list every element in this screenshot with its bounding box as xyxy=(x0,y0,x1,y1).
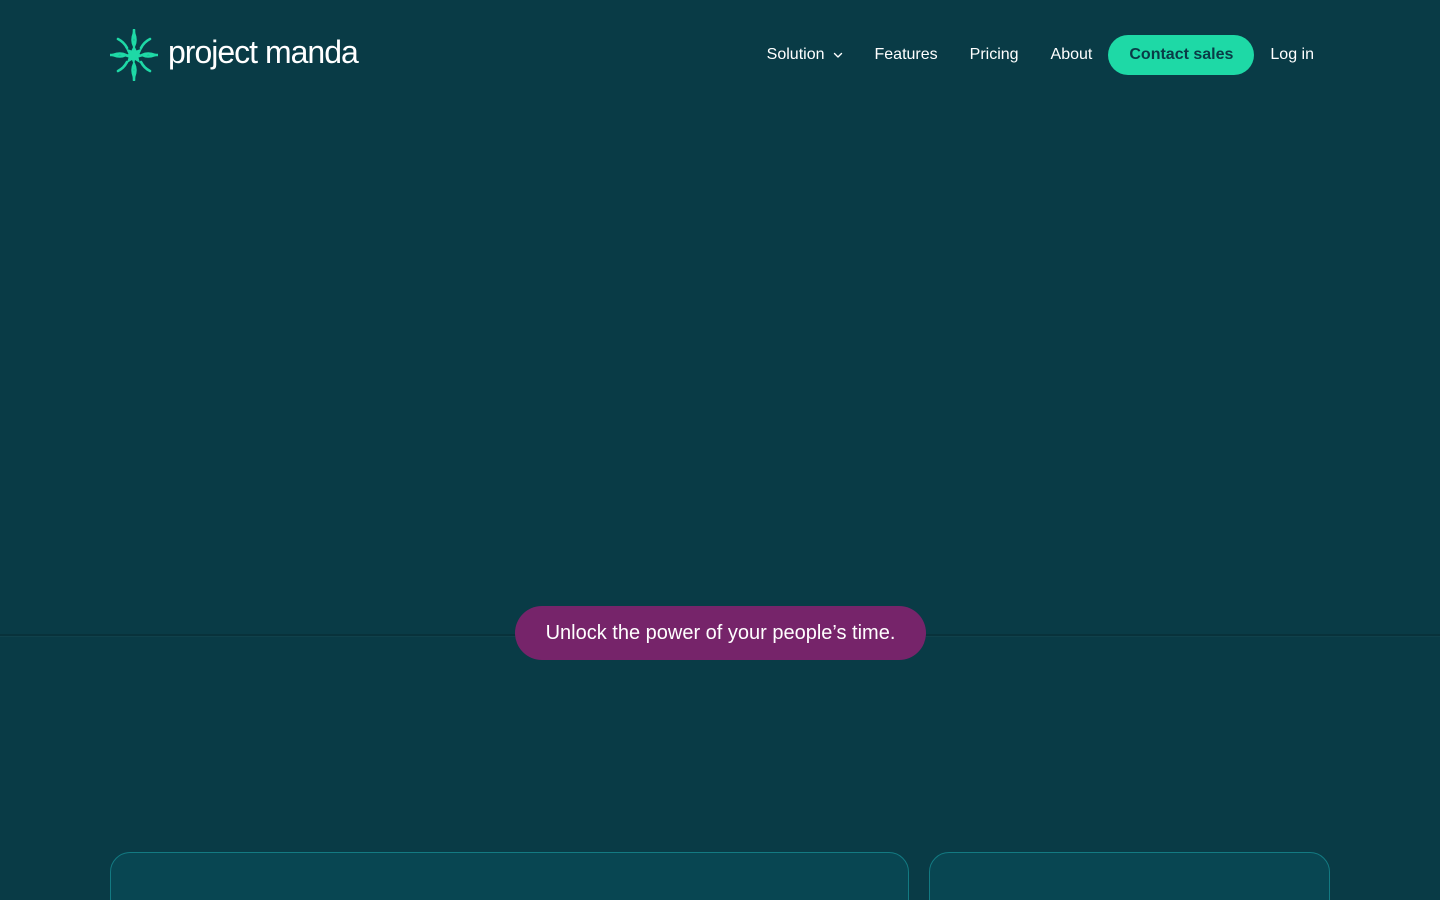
feature-card-large xyxy=(110,852,909,900)
logo-link[interactable]: project manda xyxy=(110,28,359,82)
login-link[interactable]: Log in xyxy=(1254,35,1330,75)
feature-card-small xyxy=(929,852,1330,900)
nav-item-pricing[interactable]: Pricing xyxy=(954,35,1035,75)
chevron-down-icon xyxy=(833,52,842,58)
nav-item-solution[interactable]: Solution xyxy=(751,35,859,75)
hero-tagline-pill: Unlock the power of your people’s time. xyxy=(515,606,926,660)
site-header: project manda Solution Features Pricing … xyxy=(110,28,1330,82)
nav-item-label: Solution xyxy=(766,46,825,63)
nav-item-about[interactable]: About xyxy=(1035,35,1109,75)
nav-item-features[interactable]: Features xyxy=(859,35,954,75)
page: project manda Solution Features Pricing … xyxy=(0,0,1440,900)
contact-sales-button[interactable]: Contact sales xyxy=(1108,35,1255,75)
manda-starburst-icon xyxy=(110,29,158,81)
hero-tagline: Unlock the power of your people’s time. xyxy=(545,621,896,644)
main-nav: Solution Features Pricing About Contact … xyxy=(751,35,1330,75)
brand-name: project manda xyxy=(168,34,359,70)
